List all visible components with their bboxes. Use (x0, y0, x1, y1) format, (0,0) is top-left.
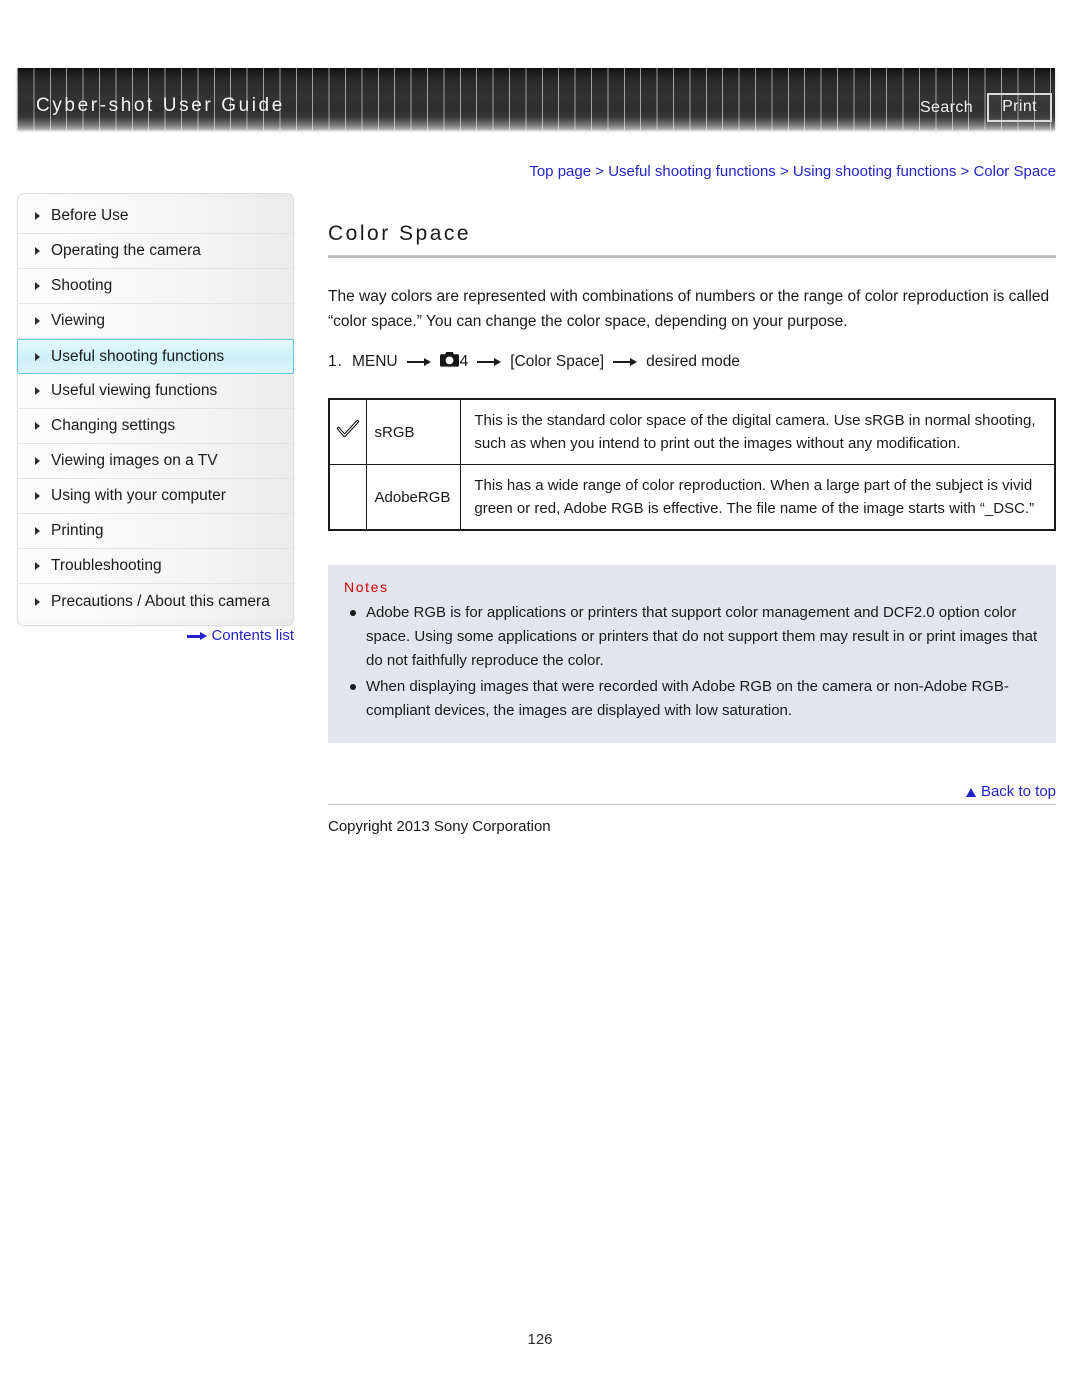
arrow-right-icon (613, 357, 638, 367)
sidebar-item-useful-viewing-functions[interactable]: Useful viewing functions (18, 374, 293, 409)
triangle-right-icon (35, 492, 40, 500)
sidebar-item-before-use[interactable]: Before Use (18, 199, 293, 234)
sidebar-item-label: Troubleshooting (51, 557, 162, 574)
triangle-right-icon (35, 422, 40, 430)
sidebar-item-label: Viewing images on a TV (51, 452, 218, 469)
sidebar-item-label: Useful viewing functions (51, 382, 218, 399)
contents-list-label: Contents list (211, 627, 294, 644)
option-description-cell: This has a wide range of color reproduct… (460, 464, 1056, 531)
back-to-top-link[interactable]: Back to top (328, 783, 1056, 800)
sidebar-item-label: Precautions / About this camera (51, 592, 270, 610)
page-number: 126 (527, 1331, 553, 1348)
triangle-right-icon (35, 597, 40, 606)
arrow-right-icon (406, 357, 431, 367)
sidebar-item-label: Operating the camera (51, 242, 201, 259)
note-item: Adobe RGB is for applications or printer… (344, 601, 1038, 673)
triangle-right-icon (35, 317, 40, 325)
page-root: Cyber-shot User Guide Search Print Top p… (0, 0, 1080, 1397)
triangle-right-icon (35, 282, 40, 290)
breadcrumb-item-using-shooting-functions[interactable]: Using shooting functions (793, 163, 956, 180)
notes-list: Adobe RGB is for applications or printer… (344, 601, 1038, 723)
checkmark-icon (336, 419, 360, 443)
step-setting-label: [Color Space] (510, 353, 605, 370)
app-title: Cyber-shot User Guide (36, 95, 285, 116)
sidebar-item-label: Changing settings (51, 417, 176, 434)
triangle-up-icon (965, 788, 976, 797)
heading-divider (328, 255, 1056, 258)
sidebar-item-viewing[interactable]: Viewing (18, 304, 293, 339)
arrow-right-icon (477, 357, 502, 367)
menu-path-step: 1. MENU 4 [Color Space] desired mode (328, 352, 1056, 372)
step-number: 1. (328, 353, 343, 370)
option-check-cell (328, 464, 367, 531)
triangle-right-icon (35, 212, 40, 220)
sidebar-item-operating-the-camera[interactable]: Operating the camera (18, 234, 293, 269)
table-row: sRGB This is the standard color space of … (328, 398, 1056, 465)
sidebar-item-label: Useful shooting functions (51, 347, 225, 365)
breadcrumb-item-color-space[interactable]: Color Space (973, 163, 1056, 180)
step-result-label: desired mode (646, 353, 741, 370)
sidebar-item-useful-shooting-functions[interactable]: Useful shooting functions (17, 339, 294, 374)
sidebar-item-precautions-about-this-camera[interactable]: Precautions / About this camera (18, 584, 293, 619)
header-actions: Search Print (920, 93, 1052, 122)
sidebar-item-label: Viewing (51, 312, 106, 329)
breadcrumb-separator: > (779, 163, 789, 180)
note-item: When displaying images that were recorde… (344, 675, 1038, 723)
main-content: Color Space The way colors are represent… (328, 222, 1056, 835)
footer-divider (328, 804, 1056, 805)
sidebar-item-label: Printing (51, 522, 104, 539)
triangle-right-icon (35, 527, 40, 535)
triangle-right-icon (35, 352, 40, 361)
sidebar-item-troubleshooting[interactable]: Troubleshooting (18, 549, 293, 584)
sidebar-item-using-with-your-computer[interactable]: Using with your computer (18, 479, 293, 514)
breadcrumb-item-useful-shooting-functions[interactable]: Useful shooting functions (608, 163, 776, 180)
option-name-cell: sRGB (365, 398, 462, 465)
back-to-top-label: Back to top (980, 783, 1056, 800)
sidebar-item-changing-settings[interactable]: Changing settings (18, 409, 293, 444)
search-button[interactable]: Search (920, 99, 973, 117)
sidebar-item-shooting[interactable]: Shooting (18, 269, 293, 304)
table-row: AdobeRGB This has a wide range of color r… (328, 464, 1056, 531)
camera-icon (439, 352, 459, 372)
breadcrumb-item-top-page[interactable]: Top page (529, 163, 591, 180)
intro-paragraph: The way colors are represented with comb… (328, 288, 1050, 330)
arrow-right-icon (187, 632, 208, 641)
triangle-right-icon (35, 562, 40, 570)
sidebar-item-label: Before Use (51, 207, 129, 224)
step-page-number: 4 (459, 353, 469, 370)
sidebar-item-label: Shooting (51, 277, 113, 294)
step-menu-label: MENU (351, 353, 398, 370)
notes-title: Notes (344, 579, 389, 595)
option-name-cell: AdobeRGB (365, 464, 462, 531)
copyright-text: Copyright 2013 Sony Corporation (328, 818, 551, 835)
sidebar-item-printing[interactable]: Printing (18, 514, 293, 549)
option-description-cell: This is the standard color space of the … (460, 398, 1056, 465)
breadcrumb-separator: > (960, 163, 970, 180)
breadcrumb: Top page > Useful shooting functions > U… (328, 163, 1056, 180)
sidebar-item-label: Using with your computer (51, 487, 226, 504)
option-check-cell (328, 398, 367, 465)
page-title: Color Space (328, 222, 472, 245)
triangle-right-icon (35, 387, 40, 395)
breadcrumb-separator: > (595, 163, 605, 180)
contents-list-link[interactable]: Contents list (17, 627, 294, 644)
triangle-right-icon (35, 247, 40, 255)
print-button[interactable]: Print (987, 93, 1052, 122)
sidebar-item-viewing-images-on-a-tv[interactable]: Viewing images on a TV (18, 444, 293, 479)
sidebar-nav: Before Use Operating the camera Shooting Vi… (17, 193, 294, 626)
notes-box: Notes Adobe RGB is for applications or p… (328, 565, 1056, 743)
color-space-options-table: sRGB This is the standard color space of … (328, 398, 1056, 531)
triangle-right-icon (35, 457, 40, 465)
